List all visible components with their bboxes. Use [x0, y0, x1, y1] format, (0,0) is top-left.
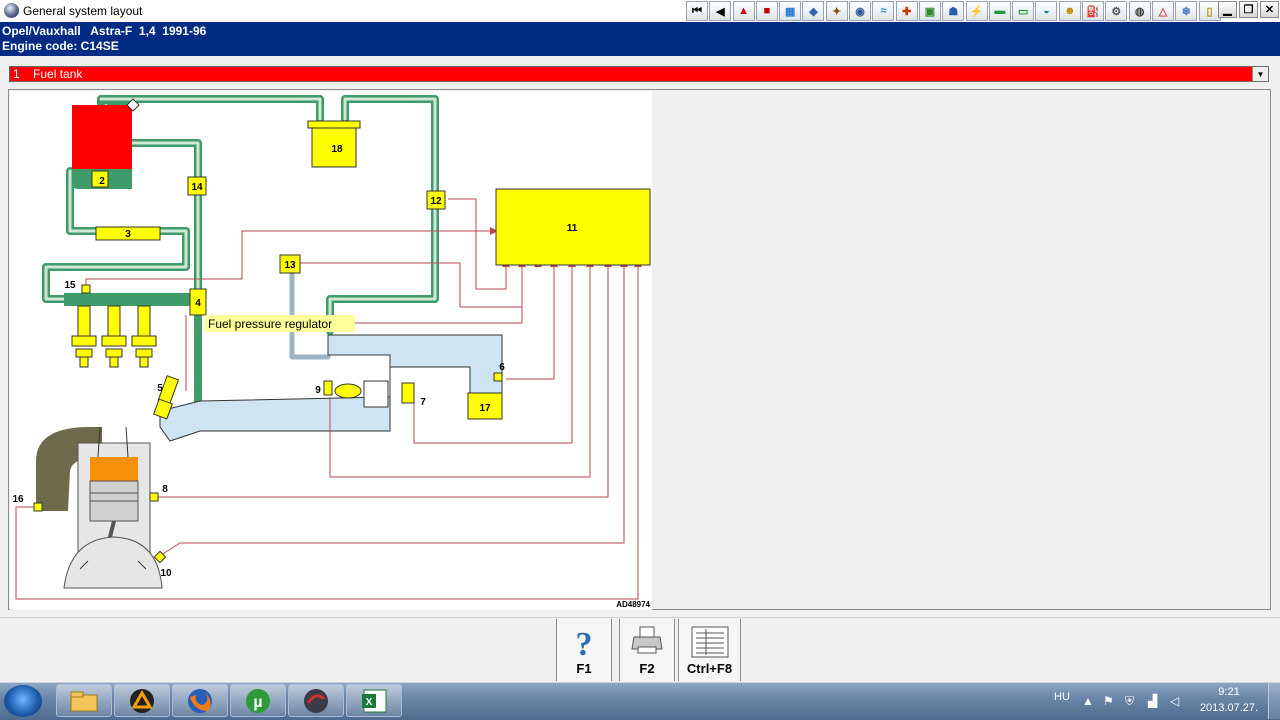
- label-11: 11: [567, 223, 578, 234]
- label-16: 16: [12, 494, 24, 505]
- firefox-icon[interactable]: [172, 684, 228, 717]
- label-9: 9: [315, 385, 321, 396]
- diagram-reference: AD48974: [616, 600, 650, 609]
- signal-icon[interactable]: ▟: [1148, 694, 1157, 708]
- tools-icon[interactable]: ✦: [825, 1, 848, 21]
- clock-date[interactable]: 2013.07.27.: [1196, 702, 1262, 714]
- component-select[interactable]: 1 Fuel tank ▼: [9, 66, 1269, 82]
- media-icon[interactable]: [288, 684, 344, 717]
- smiley-icon[interactable]: ⛽: [1082, 1, 1105, 21]
- clock-time[interactable]: 9:21: [1207, 686, 1251, 698]
- explorer-icon[interactable]: [56, 684, 112, 717]
- toolbar: ⏮ ◀ ▲ ■ ▦ ◆ ✦ ◉ ≈ ✚ ▣ ☗ ⚡ ▬ ▭ ◒ ☻ ⛽ ⚙ ◍ …: [686, 1, 1222, 22]
- vehicle-model: Opel/Vauxhall Astra-F 1,4 1991-96: [2, 24, 207, 38]
- label-13: 13: [284, 260, 296, 271]
- printer-icon: [631, 626, 663, 654]
- diagram-panel: 2 3 4 5 6 7 8 9 10 11 12 13 14 15 16 17 …: [8, 89, 1271, 610]
- oil-icon[interactable]: ▬: [988, 1, 1011, 21]
- label-18: 18: [331, 144, 343, 155]
- flag-icon[interactable]: ■: [755, 1, 778, 21]
- svg-text:?: ?: [576, 626, 593, 659]
- print-label: F2: [639, 661, 655, 676]
- show-desktop-button[interactable]: [1268, 683, 1280, 719]
- label-8: 8: [162, 484, 168, 495]
- tooltip: Fuel pressure regulator: [208, 317, 332, 331]
- tray-expand-icon[interactable]: ▲: [1082, 694, 1094, 708]
- first-page-icon[interactable]: ⏮: [686, 1, 708, 21]
- help-label: F1: [576, 661, 592, 676]
- label-6: 6: [499, 362, 505, 373]
- label-15: 15: [64, 280, 76, 291]
- app-icon: [4, 3, 19, 18]
- battery-icon[interactable]: ▭: [1012, 1, 1035, 21]
- label-17: 17: [479, 403, 491, 414]
- thermometer-icon[interactable]: ≈: [872, 1, 895, 21]
- label-2: 2: [99, 176, 105, 187]
- label-12: 12: [430, 196, 442, 207]
- label-3: 3: [125, 229, 131, 240]
- car-icon[interactable]: ◒: [1035, 1, 1058, 21]
- label-4: 4: [195, 298, 201, 309]
- warning-icon[interactable]: ▲: [732, 1, 755, 21]
- list-button[interactable]: Ctrl+F8: [678, 619, 741, 681]
- list-label: Ctrl+F8: [686, 661, 733, 676]
- label-7: 7: [420, 397, 426, 408]
- injectors: [71, 305, 157, 368]
- excel-icon[interactable]: X: [346, 684, 402, 717]
- component-select-value: 1 Fuel tank: [13, 67, 83, 81]
- label-14: 14: [191, 182, 203, 193]
- help-button[interactable]: ? F1: [556, 619, 612, 681]
- picture-icon[interactable]: ▦: [779, 1, 802, 21]
- list-icon: [691, 626, 728, 658]
- filter-icon[interactable]: ☻: [1058, 1, 1081, 21]
- print-button[interactable]: F2: [619, 619, 675, 681]
- close-button[interactable]: ✕: [1260, 1, 1279, 18]
- warning-2-icon[interactable]: ❄: [1175, 1, 1198, 21]
- system-diagram: 2 3 4 5 6 7 8 9 10 11 12 13 14 15 16 17 …: [10, 91, 652, 610]
- wheel-icon[interactable]: ◍: [1128, 1, 1151, 21]
- fuel-tank: [72, 105, 132, 169]
- vehicle-header: Opel/Vauxhall Astra-F 1,4 1991-96 Engine…: [0, 22, 1280, 56]
- title-bar: General system layout ⏮ ◀ ▲ ■ ▦ ◆ ✦ ◉ ≈ …: [0, 0, 1280, 23]
- window-controls: ▁ ❐ ✕: [1218, 1, 1280, 18]
- gauge-icon[interactable]: ◉: [849, 1, 872, 21]
- language-indicator[interactable]: HU: [1054, 691, 1070, 703]
- autodata-icon[interactable]: [114, 684, 170, 717]
- window-title: General system layout: [23, 4, 143, 18]
- svg-text:µ: µ: [253, 694, 262, 711]
- label-10: 10: [160, 568, 172, 579]
- settings-icon[interactable]: ☗: [942, 1, 965, 21]
- tools-2-icon[interactable]: ✚: [895, 1, 918, 21]
- mechanic-icon[interactable]: ▣: [918, 1, 941, 21]
- svg-text:X: X: [366, 697, 373, 708]
- label-5: 5: [157, 383, 163, 394]
- previous-icon[interactable]: ◀: [709, 1, 732, 21]
- help-icon: ?: [576, 626, 593, 659]
- maximize-button[interactable]: ❐: [1239, 1, 1258, 18]
- chevron-down-icon[interactable]: ▼: [1252, 67, 1268, 81]
- security-icon[interactable]: ⛨: [1125, 694, 1134, 709]
- fuel-rail: [64, 293, 192, 306]
- minimize-button[interactable]: ▁: [1218, 1, 1237, 18]
- engine-code: Engine code: C14SE: [2, 39, 119, 53]
- network-icon[interactable]: ⚑: [1103, 694, 1114, 708]
- start-button[interactable]: [4, 685, 42, 717]
- a-c-icon[interactable]: △: [1151, 1, 1174, 21]
- manual-icon[interactable]: ◆: [802, 1, 825, 21]
- inspection-icon[interactable]: ⚙: [1105, 1, 1128, 21]
- volume-icon[interactable]: ◁: [1170, 694, 1179, 708]
- electrics-icon[interactable]: ⚡: [965, 1, 988, 21]
- utorrent-icon[interactable]: µ: [230, 684, 286, 717]
